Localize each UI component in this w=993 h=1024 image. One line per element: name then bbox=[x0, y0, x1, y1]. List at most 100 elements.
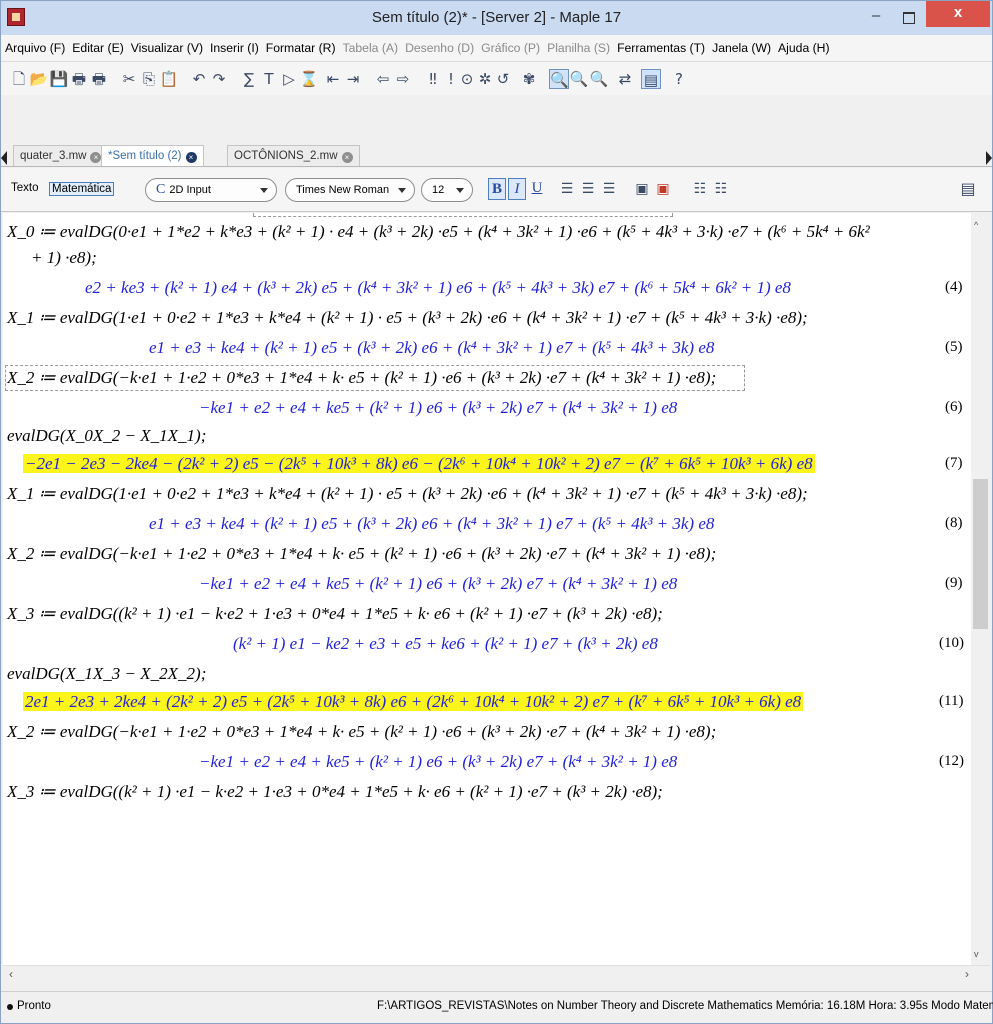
horizontal-scrollbar[interactable]: ‹ › bbox=[3, 965, 990, 983]
cut-icon[interactable]: ✂ bbox=[119, 69, 139, 89]
menu-item[interactable]: Gráfico (P) bbox=[481, 41, 540, 55]
tab-sem-titulo-2[interactable]: *Sem título (2) × bbox=[101, 145, 204, 166]
align-left-icon[interactable]: ☰ bbox=[558, 180, 576, 198]
print-preview-icon[interactable]: 🖶 bbox=[89, 69, 109, 89]
underline-button[interactable]: U bbox=[528, 178, 546, 200]
menu-item[interactable]: Editar (E) bbox=[72, 41, 123, 55]
menu-item[interactable]: Tabela (A) bbox=[343, 41, 399, 55]
close-button[interactable]: x bbox=[926, 1, 990, 27]
output-line[interactable]: −ke1 + e2 + e4 + ke5 + (k² + 1) e6 + (k³… bbox=[199, 751, 677, 773]
close-tab-icon[interactable]: × bbox=[341, 152, 353, 163]
menu-item[interactable]: Desenho (D) bbox=[405, 41, 474, 55]
input-line[interactable]: X_2 ≔ evalDG(−k·e1 + 1·e2 + 0*e3 + 1*e4 … bbox=[7, 721, 716, 743]
back-icon[interactable]: ⇦ bbox=[373, 69, 393, 89]
tab-scroll-left-icon[interactable] bbox=[1, 151, 7, 165]
output-line[interactable]: e1 + e3 + ke4 + (k² + 1) e5 + (k³ + 2k) … bbox=[149, 513, 714, 535]
zoom-150-icon[interactable]: 🔍 bbox=[569, 69, 589, 89]
math-mode-icon[interactable]: ∑ bbox=[239, 69, 259, 89]
math-expression: X_1 ≔ evalDG(1·e1 + 0·e2 + 1*e3 + k*e4 +… bbox=[7, 308, 808, 327]
swap-icon[interactable]: ⇄ bbox=[615, 69, 635, 89]
forward-icon[interactable]: ⇨ bbox=[393, 69, 413, 89]
execute-all-icon[interactable]: ‼ bbox=[423, 69, 443, 89]
execution-group-icon[interactable]: ▷ bbox=[279, 69, 299, 89]
menu-item[interactable]: Visualizar (V) bbox=[131, 41, 203, 55]
undo-icon[interactable]: ↶ bbox=[189, 69, 209, 89]
text-mode-icon[interactable]: T bbox=[259, 69, 279, 89]
numbered-list-icon[interactable]: ☷ bbox=[712, 180, 730, 198]
highlighted-output-line[interactable]: −2e1 − 2e3 − 2ke4 − (2k² + 2) e5 − (2k⁵ … bbox=[23, 453, 815, 475]
output-line[interactable]: (k² + 1) e1 − ke2 + e3 + e5 + ke6 + (k² … bbox=[233, 633, 658, 655]
scroll-down-icon[interactable]: v bbox=[974, 949, 979, 959]
text-color-icon[interactable]: ▣ bbox=[633, 180, 651, 198]
align-center-icon[interactable]: ☰ bbox=[579, 180, 597, 198]
restart-icon[interactable]: ↺ bbox=[493, 69, 513, 89]
settings-icon[interactable]: ✾ bbox=[519, 69, 539, 89]
math-expression: −2e1 − 2e3 − 2ke4 − (2k² + 2) e5 − (2k⁵ … bbox=[23, 454, 815, 473]
font-size-select[interactable]: 12 bbox=[421, 178, 473, 202]
menu-item[interactable]: Janela (W) bbox=[712, 41, 771, 55]
highlight-color-icon[interactable]: ▣ bbox=[654, 180, 672, 198]
input-line[interactable]: evalDG(X_1X_3 − X_2X_2); bbox=[7, 663, 206, 685]
paragraph-icon[interactable]: ⌛ bbox=[299, 69, 319, 89]
input-line[interactable]: X_1 ≔ evalDG(1·e1 + 0·e2 + 1*e3 + k*e4 +… bbox=[7, 483, 808, 505]
context-panel-icon[interactable]: ▤ bbox=[959, 180, 977, 198]
input-mode-select[interactable]: C 2D Input bbox=[145, 178, 277, 202]
scroll-up-icon[interactable]: ^ bbox=[974, 220, 978, 230]
menu-item[interactable]: Ajuda (H) bbox=[778, 41, 829, 55]
bullet-list-icon[interactable]: ☷ bbox=[691, 180, 709, 198]
paste-icon[interactable]: 📋 bbox=[159, 69, 179, 89]
tab-octonions-2[interactable]: OCTÔNIONS_2.mw × bbox=[227, 145, 360, 166]
math-expression: evalDG(X_1X_3 − X_2X_2); bbox=[7, 664, 207, 683]
save-icon[interactable]: 💾 bbox=[49, 69, 69, 89]
menu-item[interactable]: Ferramentas (T) bbox=[617, 41, 705, 55]
open-icon[interactable]: 📂 bbox=[29, 69, 49, 89]
input-line[interactable]: evalDG(X_0X_2 − X_1X_1); bbox=[7, 425, 206, 447]
italic-button[interactable]: I bbox=[508, 178, 526, 200]
stop-icon[interactable]: ⊙ bbox=[457, 69, 477, 89]
input-line[interactable]: X_3 ≔ evalDG((k² + 1) ·e1 − k·e2 + 1·e3 … bbox=[7, 603, 663, 625]
scroll-left-icon[interactable]: ‹ bbox=[9, 967, 13, 981]
font-size-value: 12 bbox=[432, 184, 445, 196]
input-line[interactable]: + 1) ·e8); bbox=[31, 247, 97, 269]
input-line[interactable]: X_0 ≔ evalDG(0·e1 + 1*e2 + k*e3 + (k² + … bbox=[7, 221, 870, 243]
highlighted-output-line[interactable]: 2e1 + 2e3 + 2ke4 + (2k² + 2) e5 + (2k⁵ +… bbox=[23, 691, 804, 713]
align-right-icon[interactable]: ☰ bbox=[600, 180, 618, 198]
menu-item[interactable]: Planilha (S) bbox=[547, 41, 610, 55]
print-icon[interactable]: 🖶 bbox=[69, 69, 89, 89]
menu-item[interactable]: Formatar (R) bbox=[266, 41, 336, 55]
worksheet-document[interactable]: X_0 ≔ evalDG(0·e1 + 1*e2 + k*e3 + (k² + … bbox=[3, 213, 971, 965]
menu-item[interactable]: Inserir (I) bbox=[210, 41, 259, 55]
debug-icon[interactable]: ✲ bbox=[475, 69, 495, 89]
output-line[interactable]: e2 + ke3 + (k² + 1) e4 + (k³ + 2k) e5 + … bbox=[85, 277, 791, 299]
input-line[interactable]: X_1 ≔ evalDG(1·e1 + 0·e2 + 1*e3 + k*e4 +… bbox=[7, 307, 808, 329]
text-mode-button[interactable]: Texto bbox=[11, 182, 39, 194]
output-line[interactable]: −ke1 + e2 + e4 + ke5 + (k² + 1) e6 + (k³… bbox=[199, 397, 677, 419]
font-select[interactable]: Times New Roman bbox=[285, 178, 415, 202]
outdent-icon[interactable]: ⇤ bbox=[323, 69, 343, 89]
copy-icon[interactable]: ⎘ bbox=[139, 69, 159, 89]
menu-item[interactable]: Arquivo (F) bbox=[5, 41, 65, 55]
equation-label: (5) bbox=[945, 339, 963, 355]
new-document-icon[interactable]: 🗋 bbox=[9, 69, 29, 89]
bold-button[interactable]: B bbox=[488, 178, 506, 200]
help-icon[interactable]: ? bbox=[669, 69, 689, 89]
minimize-button[interactable]: – bbox=[863, 7, 889, 27]
math-mode-button[interactable]: Matemática bbox=[49, 182, 115, 196]
zoom-200-icon[interactable]: 🔍 bbox=[589, 69, 609, 89]
close-tab-icon[interactable]: × bbox=[185, 152, 197, 163]
close-tab-icon[interactable]: × bbox=[90, 152, 102, 163]
tab-scroll-right-icon[interactable] bbox=[986, 151, 992, 165]
indent-icon[interactable]: ⇥ bbox=[343, 69, 363, 89]
new-worksheet-icon[interactable]: ▤ bbox=[641, 69, 661, 89]
maximize-button[interactable] bbox=[895, 7, 921, 27]
scroll-right-icon[interactable]: › bbox=[965, 967, 969, 981]
tab-quater-3[interactable]: quater_3.mw × bbox=[13, 145, 109, 166]
zoom-100-icon[interactable]: 🔍 bbox=[549, 69, 569, 89]
math-expression: X_2 ≔ evalDG(−k·e1 + 1·e2 + 0*e3 + 1*e4 … bbox=[7, 544, 717, 563]
input-line[interactable]: X_2 ≔ evalDG(−k·e1 + 1·e2 + 0*e3 + 1*e4 … bbox=[7, 543, 716, 565]
vertical-scroll-thumb[interactable] bbox=[973, 479, 988, 629]
output-line[interactable]: e1 + e3 + ke4 + (k² + 1) e5 + (k³ + 2k) … bbox=[149, 337, 714, 359]
output-line[interactable]: −ke1 + e2 + e4 + ke5 + (k² + 1) e6 + (k³… bbox=[199, 573, 677, 595]
redo-icon[interactable]: ↷ bbox=[209, 69, 229, 89]
input-line[interactable]: X_3 ≔ evalDG((k² + 1) ·e1 − k·e2 + 1·e3 … bbox=[7, 781, 663, 803]
